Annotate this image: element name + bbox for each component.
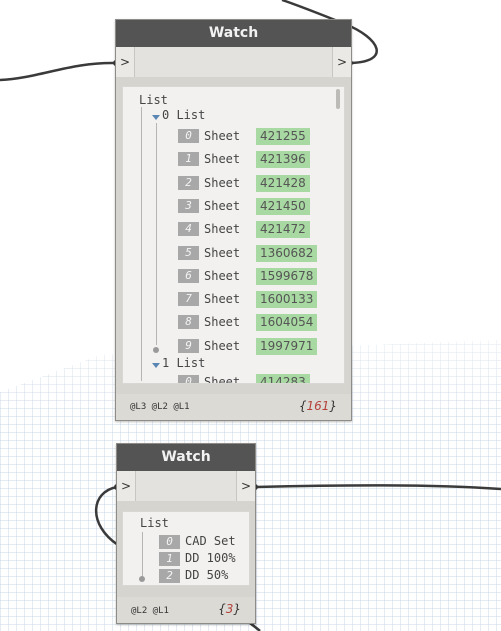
node-footer: @L3 @L2 @L1 {161} xyxy=(116,394,351,420)
level-indicators: @L2 @L1 xyxy=(131,606,169,616)
watch-node-1[interactable]: Watch > > List 0 List 0 Sheet 421255 1 Sheet… xyxy=(115,19,352,421)
tree-line-list-0 xyxy=(156,123,157,345)
item-type-label: Sheet xyxy=(204,315,241,330)
watch-preview-area[interactable]: List 0 CAD Set 1 DD 100% 2 DD 50% xyxy=(122,511,250,586)
scrollbar-thumb[interactable] xyxy=(336,89,340,109)
item-type-label: Sheet xyxy=(204,338,241,353)
item-index: 1 xyxy=(159,552,180,566)
root-list-label: List xyxy=(139,93,168,107)
item-value: CAD Set xyxy=(185,534,236,548)
list-end-dot xyxy=(139,576,145,582)
level-indicators: @L3 @L2 @L1 xyxy=(130,402,190,412)
list-1-label: 1 List xyxy=(162,356,206,370)
item-index: 0 xyxy=(178,375,199,383)
node-footer: @L2 @L1 {3} xyxy=(117,597,255,623)
item-type-label: Sheet xyxy=(204,245,241,260)
tree-line-root xyxy=(142,532,143,578)
node-title[interactable]: Watch xyxy=(117,444,255,471)
item-index: 0 xyxy=(159,535,180,549)
watch-node-2[interactable]: Watch > > List 0 CAD Set 1 DD 100% 2 DD 50% @… xyxy=(116,443,256,624)
expand-list-1-icon[interactable] xyxy=(152,363,160,368)
item-type-label: Sheet xyxy=(204,268,241,283)
item-index: 7 xyxy=(178,292,199,307)
item-type-label: Sheet xyxy=(204,152,241,167)
watch-preview-area[interactable]: List 0 List 0 Sheet 421255 1 Sheet 421396 2 She… xyxy=(122,86,345,384)
item-type-label: Sheet xyxy=(204,198,241,213)
item-index: 8 xyxy=(178,315,199,330)
item-type-label: Sheet xyxy=(204,129,241,143)
item-index: 6 xyxy=(178,268,199,283)
item-value: 421428 xyxy=(256,174,310,192)
input-port[interactable]: > xyxy=(116,47,135,77)
port-row: > > xyxy=(117,471,255,501)
item-type-label: Sheet xyxy=(204,292,241,307)
count-close-brace: } xyxy=(329,399,337,413)
list-0-label: 0 List xyxy=(162,108,206,122)
expand-list-0-icon[interactable] xyxy=(152,115,160,120)
item-index: 2 xyxy=(159,569,180,583)
item-index: 3 xyxy=(178,198,199,213)
item-value: 1997971 xyxy=(256,337,318,355)
item-index: 2 xyxy=(178,175,199,190)
item-value: 421396 xyxy=(256,151,310,169)
item-value: 1360682 xyxy=(256,244,318,262)
output-port[interactable]: > xyxy=(236,471,255,501)
item-value: DD 100% xyxy=(185,551,236,565)
item-value: 1599678 xyxy=(256,267,318,285)
item-index: 0 xyxy=(178,129,199,143)
list-0-end-dot xyxy=(153,347,159,353)
item-index: 4 xyxy=(178,222,199,237)
item-count: {161} xyxy=(299,399,337,413)
wire-node1-input[interactable] xyxy=(0,61,117,82)
root-list-label: List xyxy=(140,516,169,530)
item-index: 1 xyxy=(178,152,199,167)
item-value: 421450 xyxy=(256,197,310,215)
item-value: 1604054 xyxy=(256,314,318,332)
item-count: {3} xyxy=(218,602,241,616)
item-value: 421255 xyxy=(256,128,310,145)
item-value: 414283 xyxy=(256,374,310,383)
item-value: 1600133 xyxy=(256,291,318,309)
node-title[interactable]: Watch xyxy=(116,20,351,47)
count-close-brace: } xyxy=(233,602,241,616)
count-value: 161 xyxy=(306,399,330,413)
port-row: > > xyxy=(116,47,351,77)
item-index: 9 xyxy=(178,338,199,353)
count-open-brace: { xyxy=(218,602,226,616)
item-type-label: Sheet xyxy=(204,175,241,190)
item-value: 421472 xyxy=(256,221,310,239)
input-port[interactable]: > xyxy=(117,471,136,501)
item-type-label: Sheet xyxy=(204,375,241,384)
output-port[interactable]: > xyxy=(332,47,351,77)
tree-line-root xyxy=(141,107,142,381)
item-type-label: Sheet xyxy=(204,222,241,237)
item-index: 5 xyxy=(178,245,199,260)
item-value: DD 50% xyxy=(185,568,229,582)
